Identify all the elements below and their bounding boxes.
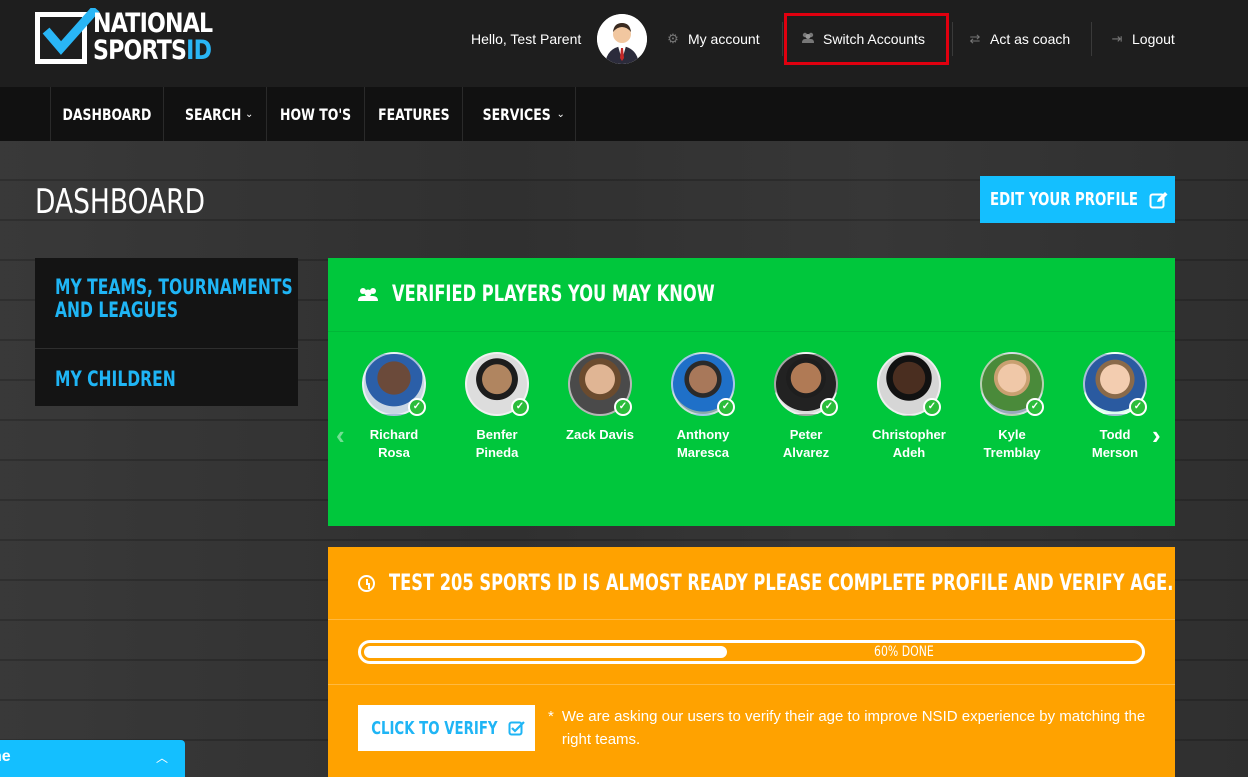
verify-note: * We are asking our users to verify thei…	[548, 708, 1146, 748]
player-card[interactable]: ✓ Kyle Tremblay	[962, 352, 1062, 462]
divider	[952, 22, 953, 56]
player-card[interactable]: ✓ Peter Alvarez	[756, 352, 856, 462]
player-card[interactable]: ✓ Zack Davis	[550, 352, 650, 444]
dashboard-sidebar: MY TEAMS, TOURNAMENTS AND LEAGUES MY CHI…	[35, 258, 298, 406]
nav-search[interactable]: SEARCH ⌄	[163, 87, 266, 141]
verified-check-icon: ✓	[1129, 398, 1147, 416]
verified-check-icon: ✓	[1026, 398, 1044, 416]
player-card[interactable]: ✓ Anthony Maresca	[653, 352, 753, 462]
divider	[1091, 22, 1092, 56]
businessman-avatar-icon	[597, 14, 647, 64]
verified-check-icon: ✓	[820, 398, 838, 416]
verified-check-icon: ✓	[923, 398, 941, 416]
player-card[interactable]: ✓ Richard Rosa	[344, 352, 444, 462]
exchange-icon: ⇄	[969, 31, 981, 46]
chevron-down-icon: ⌄	[556, 108, 565, 120]
player-card[interactable]: ✓ Christopher Adeh	[859, 352, 959, 462]
switch-accounts-highlight	[784, 13, 949, 65]
click-to-verify-button[interactable]: CLICK TO VERIFY	[358, 705, 535, 751]
site-logo[interactable]: NATIONAL SPORTSID	[35, 8, 220, 66]
logo-check-icon	[42, 8, 100, 55]
player-avatar: ✓	[568, 352, 632, 416]
gear-icon: ⚙	[667, 31, 679, 46]
player-avatar: ✓	[671, 352, 735, 416]
nav-dashboard[interactable]: DASHBOARD	[50, 87, 163, 141]
progress-label: 60% DONE	[874, 644, 934, 660]
player-avatar: ✓	[980, 352, 1044, 416]
nav-services[interactable]: SERVICES ⌄	[462, 87, 576, 141]
my-account-link[interactable]: ⚙ My account	[666, 31, 759, 47]
sidebar-item-teams[interactable]: MY TEAMS, TOURNAMENTS AND LEAGUES	[35, 270, 298, 327]
player-card[interactable]: ✓ Todd Merson	[1065, 352, 1165, 462]
verified-check-icon: ✓	[511, 398, 529, 416]
player-avatar: ✓	[774, 352, 838, 416]
chat-widget-tab[interactable]: ne ︿	[0, 740, 185, 777]
panel-header: TEST 205 SPORTS ID IS ALMOST READY PLEAS…	[328, 547, 1175, 620]
logout-link[interactable]: ⇥ Logout	[1110, 31, 1175, 47]
nav-features[interactable]: FEATURES	[364, 87, 462, 141]
chevron-down-icon: ⌄	[244, 108, 254, 120]
divider	[35, 348, 298, 349]
player-avatar: ✓	[877, 352, 941, 416]
carousel-next-arrow-icon[interactable]: ›	[1152, 420, 1161, 451]
edit-profile-button[interactable]: EDIT YOUR PROFILE	[980, 176, 1175, 223]
divider	[328, 684, 1175, 685]
panel-header: VERIFIED PLAYERS YOU MAY KNOW	[328, 258, 1175, 332]
verified-check-icon: ✓	[614, 398, 632, 416]
sign-out-icon: ⇥	[1111, 31, 1123, 46]
user-avatar[interactable]	[597, 14, 647, 64]
profile-progress-bar: 60% DONE	[358, 640, 1145, 664]
divider	[782, 22, 783, 56]
verified-check-icon: ✓	[408, 398, 426, 416]
verified-check-icon: ✓	[717, 398, 735, 416]
profile-completion-panel: TEST 205 SPORTS ID IS ALMOST READY PLEAS…	[328, 547, 1175, 777]
player-avatar: ✓	[1083, 352, 1147, 416]
edit-icon	[1149, 191, 1168, 208]
greeting-text: Hello, Test Parent	[471, 31, 582, 47]
verified-players-panel: VERIFIED PLAYERS YOU MAY KNOW ‹ ✓ Richar…	[328, 258, 1175, 526]
chevron-up-icon: ︿	[156, 751, 169, 765]
page-title: DASHBOARD	[35, 182, 206, 222]
progress-fill	[364, 646, 727, 658]
clock-icon	[358, 574, 375, 592]
nav-how-tos[interactable]: HOW TO'S	[266, 87, 364, 141]
main-nav: DASHBOARD SEARCH ⌄ HOW TO'S FEATURES SER…	[0, 87, 1248, 141]
sidebar-item-children[interactable]: MY CHILDREN	[35, 362, 298, 396]
player-avatar: ✓	[465, 352, 529, 416]
logo-text: NATIONAL SPORTSID	[93, 8, 213, 66]
player-card[interactable]: ✓ Benfer Pineda	[447, 352, 547, 462]
top-bar: NATIONAL SPORTSID Hello, Test Parent ⚙ M…	[0, 0, 1248, 87]
users-icon	[358, 287, 378, 301]
check-square-icon	[508, 721, 525, 736]
act-as-coach-link[interactable]: ⇄ Act as coach	[968, 31, 1071, 47]
player-avatar: ✓	[362, 352, 426, 416]
